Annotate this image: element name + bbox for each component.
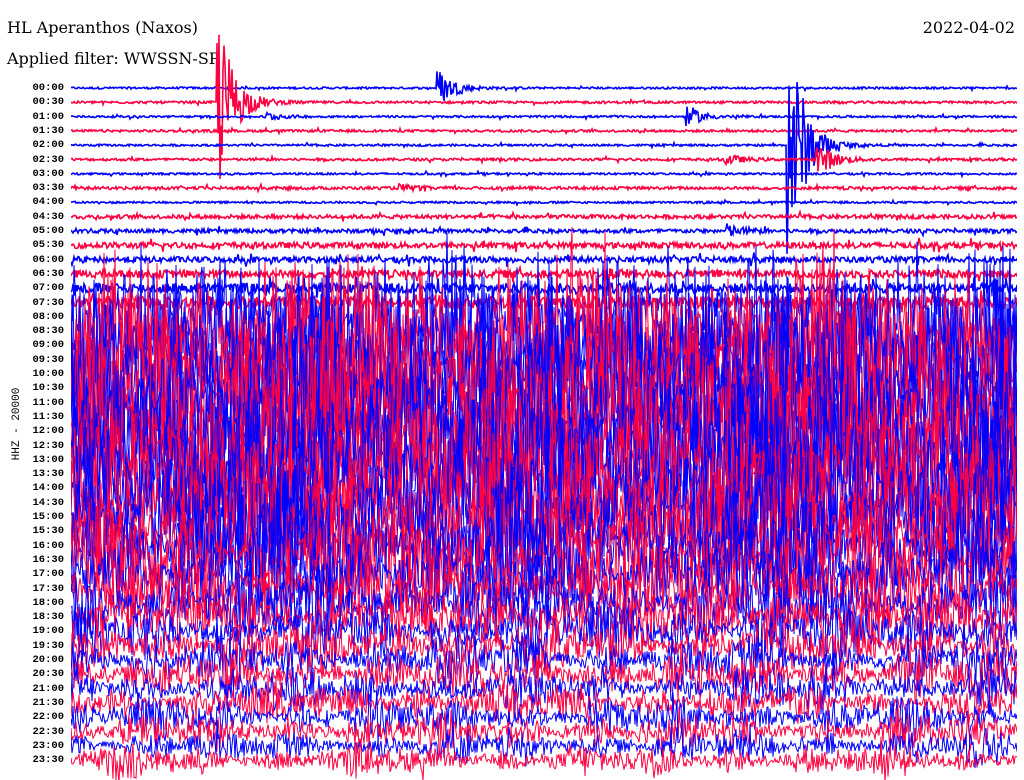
trace-0400 <box>71 198 1017 207</box>
trace-0500 <box>71 223 1017 238</box>
trace-0000 <box>71 71 1017 101</box>
trace-0430 <box>71 209 1017 222</box>
helicorder-plot <box>71 34 1017 780</box>
trace-0200 <box>71 82 1017 254</box>
trace-0600 <box>71 252 1017 268</box>
trace-0630 <box>71 264 1017 284</box>
trace-0100 <box>71 106 1017 126</box>
trace-0030 <box>71 34 1017 180</box>
trace-0330 <box>71 181 1017 194</box>
trace-0530 <box>71 237 1017 253</box>
trace-0130 <box>71 125 1017 137</box>
trace-0300 <box>71 169 1017 179</box>
trace-0230 <box>71 147 1017 172</box>
